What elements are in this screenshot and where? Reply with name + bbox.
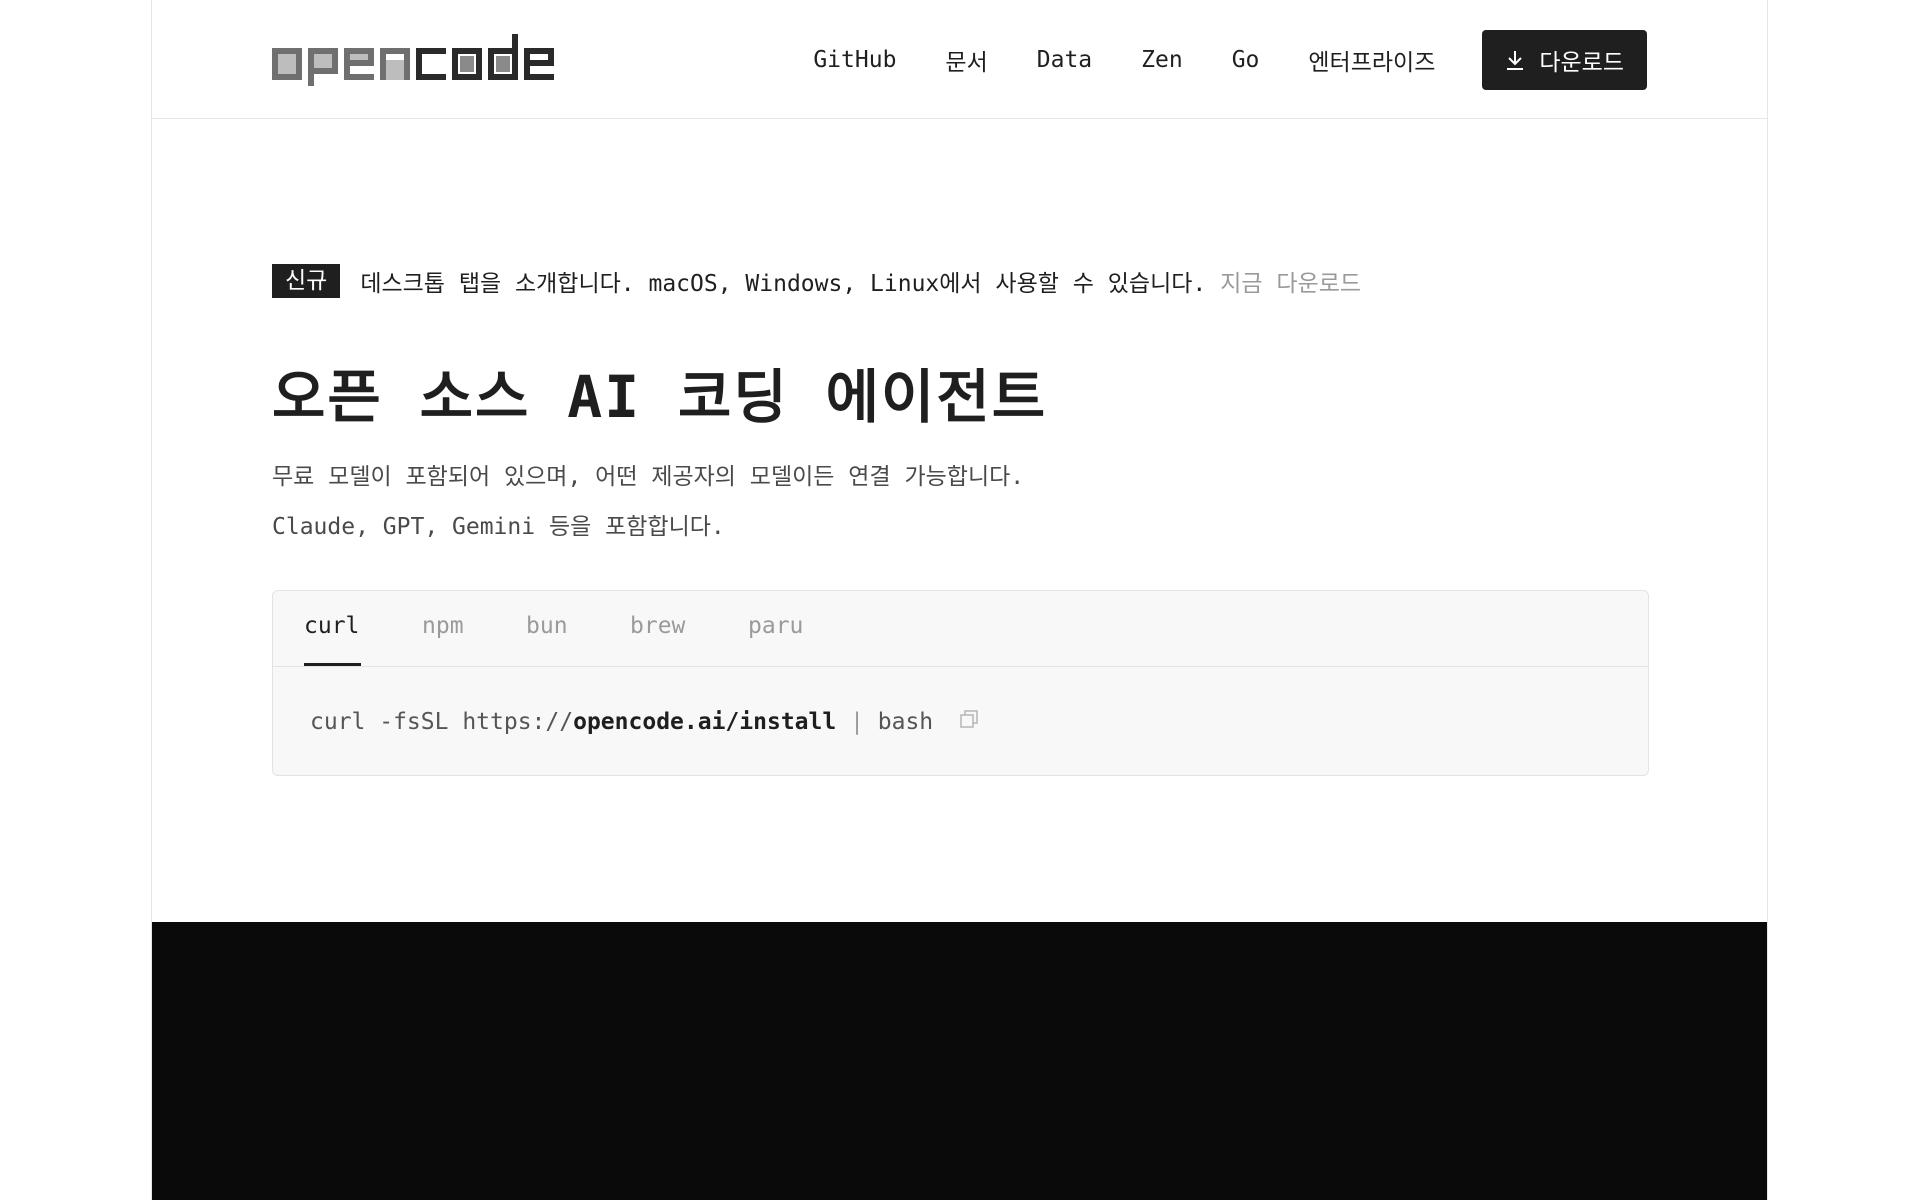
page-title: 오픈 소스 AI 코딩 에이전트 xyxy=(272,363,1048,431)
announcement-text: 데스크톱 탭을 소개합니다. macOS, Windows, Linux에서 사… xyxy=(360,271,1207,297)
command-url: opencode.ai/install xyxy=(573,709,837,735)
install-tabs: curl npm bun brew paru xyxy=(273,591,1648,667)
copy-icon[interactable] xyxy=(959,709,979,735)
download-now-link[interactable]: 지금 다운로드 xyxy=(1220,264,1361,298)
announcement-bar: 신규 데스크톱 탭을 소개합니다. macOS, Windows, Linux에… xyxy=(272,264,1361,298)
logo-letter-c xyxy=(416,34,446,86)
install-panel: curl npm bun brew paru curl -fsSL https:… xyxy=(272,590,1649,776)
nav-item-zen[interactable]: Zen xyxy=(1141,47,1183,73)
nav-item-docs[interactable]: 문서 xyxy=(945,43,987,77)
subtitle-line-1: 무료 모델이 포함되어 있으며, 어떤 제공자의 모델이든 연결 가능합니다. xyxy=(272,464,1025,490)
logo-letter-d xyxy=(488,34,518,86)
command-suffix: bash xyxy=(877,709,934,735)
tab-npm[interactable]: npm xyxy=(422,613,464,639)
tab-curl[interactable]: curl xyxy=(304,613,359,639)
tab-paru[interactable]: paru xyxy=(748,613,803,639)
nav-item-github[interactable]: GitHub xyxy=(813,47,896,73)
subtitle-line-2: Claude, GPT, Gemini 등을 포함합니다. xyxy=(272,514,725,540)
new-badge: 신규 xyxy=(272,264,341,298)
install-command[interactable]: curl -fsSL https://opencode.ai/install |… xyxy=(310,709,979,735)
tab-brew[interactable]: brew xyxy=(630,613,685,639)
download-button-label: 다운로드 xyxy=(1539,50,1624,76)
page-frame: GitHub 문서 Data Zen Go 엔터프라이즈 다운로드 신규 데스크… xyxy=(151,0,1768,1200)
command-pipe: | xyxy=(836,709,878,735)
command-prefix: curl -fsSL https:// xyxy=(310,709,574,735)
main-nav: GitHub 문서 Data Zen Go 엔터프라이즈 다운로드 xyxy=(813,30,1647,90)
terminal-preview xyxy=(152,922,1767,1200)
nav-item-data[interactable]: Data xyxy=(1037,47,1092,73)
logo-letter-n xyxy=(380,34,410,86)
tab-bun[interactable]: bun xyxy=(526,613,568,639)
logo-letter-e xyxy=(344,34,374,86)
nav-item-enterprise[interactable]: 엔터프라이즈 xyxy=(1308,43,1435,77)
logo-letter-p xyxy=(308,34,338,86)
logo-letter-o-2 xyxy=(452,34,482,86)
nav-item-go[interactable]: Go xyxy=(1232,47,1260,73)
opencode-logo[interactable] xyxy=(272,34,562,86)
active-tab-indicator xyxy=(304,663,361,666)
download-icon xyxy=(1505,49,1525,71)
hero-subtitle: 무료 모델이 포함되어 있으며, 어떤 제공자의 모델이든 연결 가능합니다. … xyxy=(272,452,1024,552)
site-header: GitHub 문서 Data Zen Go 엔터프라이즈 다운로드 xyxy=(152,0,1767,119)
logo-letter-o xyxy=(272,34,302,86)
download-button[interactable]: 다운로드 xyxy=(1482,30,1647,90)
logo-letter-e-2 xyxy=(524,34,554,86)
